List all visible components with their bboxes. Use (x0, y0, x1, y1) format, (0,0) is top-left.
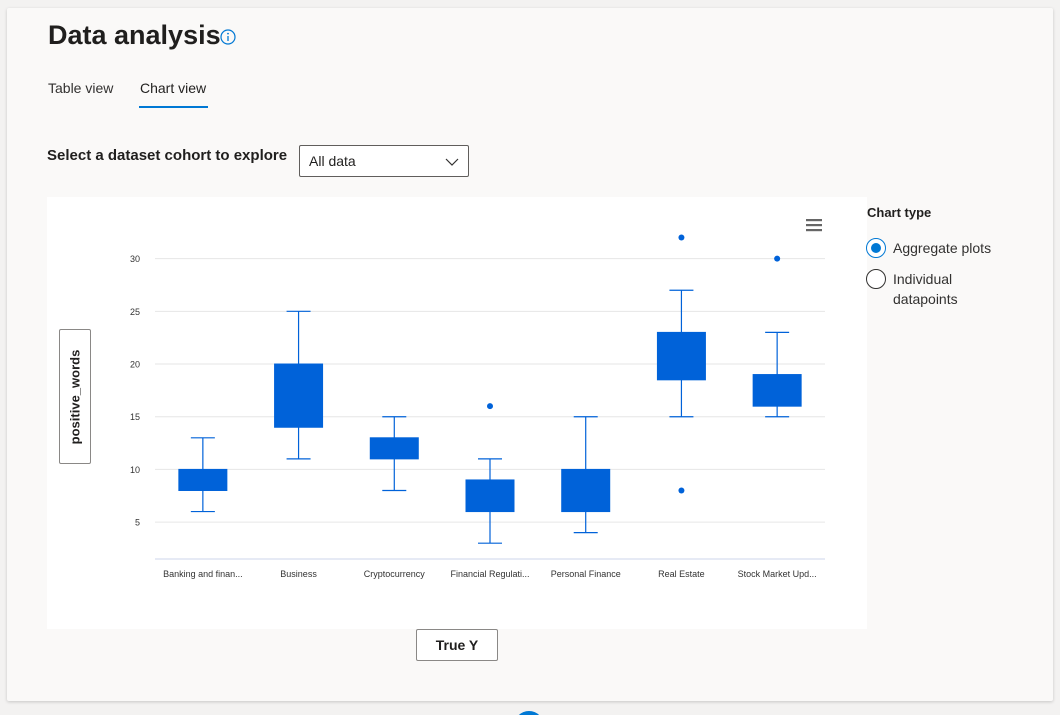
radio-aggregate-plots-label[interactable]: Aggregate plots (893, 238, 991, 258)
x-tick-label: Banking and finan... (163, 569, 243, 579)
page-title: Data analysis (48, 20, 221, 50)
cohort-selected-value: All data (309, 153, 356, 169)
y-tick-label: 15 (130, 412, 140, 422)
radio-aggregate-plots[interactable] (866, 238, 886, 258)
y-tick-label: 30 (130, 254, 140, 264)
outlier-point (774, 255, 781, 262)
x-axis-selector-button[interactable]: True Y (416, 629, 498, 661)
outlier-point (678, 487, 685, 494)
cohort-label: Select a dataset cohort to explore (47, 147, 288, 164)
tab-chart-view[interactable]: Chart view (140, 80, 206, 96)
y-axis-selector-button[interactable]: positive_words (59, 329, 91, 464)
x-tick-label: Real Estate (658, 569, 705, 579)
x-tick-label: Cryptocurrency (364, 569, 426, 579)
box (369, 437, 419, 460)
chevron-down-icon (445, 158, 459, 166)
y-axis-label: positive_words (67, 349, 83, 444)
tab-table-view[interactable]: Table view (48, 80, 113, 96)
box (465, 479, 515, 513)
y-tick-label: 20 (130, 360, 140, 370)
x-tick-label: Financial Regulati... (450, 569, 529, 579)
x-tick-label: Personal Finance (551, 569, 621, 579)
chart-type-label: Chart type (867, 205, 932, 220)
box (178, 468, 228, 491)
selected-tab-indicator (139, 106, 208, 108)
radio-individual-datapoints-label[interactable]: Individual datapoints (893, 269, 1003, 309)
outlier-point (678, 234, 685, 241)
hamburger-menu-icon[interactable] (805, 217, 823, 233)
box (561, 468, 611, 513)
y-tick-label: 5 (135, 518, 140, 528)
box (752, 374, 802, 407)
y-tick-label: 10 (130, 465, 140, 475)
y-tick-label: 25 (130, 307, 140, 317)
floating-action-button[interactable] (514, 711, 544, 715)
info-icon[interactable] (220, 29, 236, 45)
radio-individual-datapoints[interactable] (866, 269, 886, 289)
outlier-point (487, 403, 493, 410)
x-tick-label: Business (280, 569, 317, 579)
box-plot-chart: 5 10 15 20 25 30 Banking and finan... Business C… (130, 234, 825, 579)
box (274, 363, 324, 428)
box (656, 331, 706, 381)
chart-area: 5 10 15 20 25 30 Banking and finan... Business C… (47, 197, 867, 629)
x-tick-label: Stock Market Upd... (738, 569, 817, 579)
cohort-dropdown[interactable]: All data (299, 145, 469, 177)
